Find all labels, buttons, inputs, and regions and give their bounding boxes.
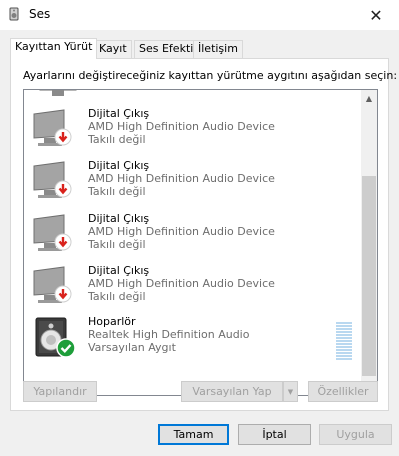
dialog-content: Kayıttan Yürüt Kayıt Ses Efekti İletişim… xyxy=(0,30,399,456)
device-name: Hoparlör xyxy=(88,315,136,328)
set-default-dropdown-arrow-icon[interactable]: ▼ xyxy=(283,381,298,402)
list-item[interactable]: Hoparlör Realtek High Definition Audio V… xyxy=(24,312,364,364)
tab-label: Kayıttan Yürüt xyxy=(15,40,93,53)
scroll-thumb[interactable] xyxy=(362,176,376,376)
disconnected-badge-icon xyxy=(54,180,72,198)
device-description: AMD High Definition Audio Device xyxy=(88,172,275,185)
volume-level-meter xyxy=(336,322,352,362)
device-status: Varsayılan Aygıt xyxy=(88,341,176,354)
tab-recording[interactable]: Kayıt xyxy=(94,40,132,58)
ok-button[interactable]: Tamam xyxy=(158,424,229,445)
list-item[interactable]: Dijital Çıkış AMD High Definition Audio … xyxy=(24,104,364,156)
device-description: Realtek High Definition Audio xyxy=(88,328,250,341)
tab-communications[interactable]: İletişim xyxy=(193,40,243,58)
list-item[interactable]: Dijital Çıkış AMD High Definition Audio … xyxy=(24,209,364,261)
speaker-app-icon xyxy=(9,7,19,21)
window-title: Ses xyxy=(29,7,51,21)
device-name: Dijital Çıkış xyxy=(88,264,150,277)
title-bar: Ses ✕ xyxy=(0,0,399,30)
monitor-icon xyxy=(39,90,77,96)
device-info: Dijital Çıkış AMD High Definition Audio … xyxy=(88,212,275,251)
disconnected-badge-icon xyxy=(54,128,72,146)
cancel-button[interactable]: İptal xyxy=(238,424,311,445)
device-name: Dijital Çıkış xyxy=(88,212,150,225)
device-description: AMD High Definition Audio Device xyxy=(88,120,275,133)
properties-button[interactable]: Özellikler xyxy=(308,381,378,402)
close-button[interactable]: ✕ xyxy=(353,0,399,30)
apply-button[interactable]: Uygula xyxy=(319,424,392,445)
device-description: AMD High Definition Audio Device xyxy=(88,225,275,238)
disconnected-badge-icon xyxy=(54,233,72,251)
playback-panel: Ayarlarını değiştireceğiniz kayıttan yür… xyxy=(10,58,397,411)
default-check-badge-icon xyxy=(56,338,76,358)
configure-button[interactable]: Yapılandır xyxy=(23,381,97,402)
tab-playback[interactable]: Kayıttan Yürüt xyxy=(10,38,98,59)
list-scrollbar[interactable]: ▲ ▼ xyxy=(361,90,377,395)
device-info: Dijital Çıkış AMD High Definition Audio … xyxy=(88,107,275,146)
instruction-text: Ayarlarını değiştireceğiniz kayıttan yür… xyxy=(23,69,398,82)
tab-label: Kayıt xyxy=(99,42,127,55)
device-status: Takılı değil xyxy=(88,290,146,303)
device-description: AMD High Definition Audio Device xyxy=(88,277,275,290)
list-item[interactable]: Dijital Çıkış AMD High Definition Audio … xyxy=(24,261,364,313)
close-icon: ✕ xyxy=(369,5,383,25)
device-info: Hoparlör Realtek High Definition Audio V… xyxy=(88,315,249,354)
device-status: Takılı değil xyxy=(88,133,146,146)
device-status: Takılı değil xyxy=(88,238,146,251)
list-item[interactable]: Dijital Çıkış AMD High Definition Audio … xyxy=(24,156,364,208)
device-name: Dijital Çıkış xyxy=(88,107,150,120)
set-default-button[interactable]: Varsayılan Yap xyxy=(181,381,283,402)
tab-sounds[interactable]: Ses Efekti xyxy=(134,40,199,58)
device-info: Dijital Çıkış AMD High Definition Audio … xyxy=(88,264,275,303)
device-status: Takılı değil xyxy=(88,185,146,198)
device-info: Dijital Çıkış AMD High Definition Audio … xyxy=(88,159,275,198)
tab-label: İletişim xyxy=(198,42,238,55)
scroll-up-arrow-icon[interactable]: ▲ xyxy=(361,90,377,106)
tab-label: Ses Efekti xyxy=(139,42,194,55)
device-name: Dijital Çıkış xyxy=(88,159,150,172)
disconnected-badge-icon xyxy=(54,285,72,303)
device-list[interactable]: Dijital Çıkış AMD High Definition Audio … xyxy=(23,89,378,396)
